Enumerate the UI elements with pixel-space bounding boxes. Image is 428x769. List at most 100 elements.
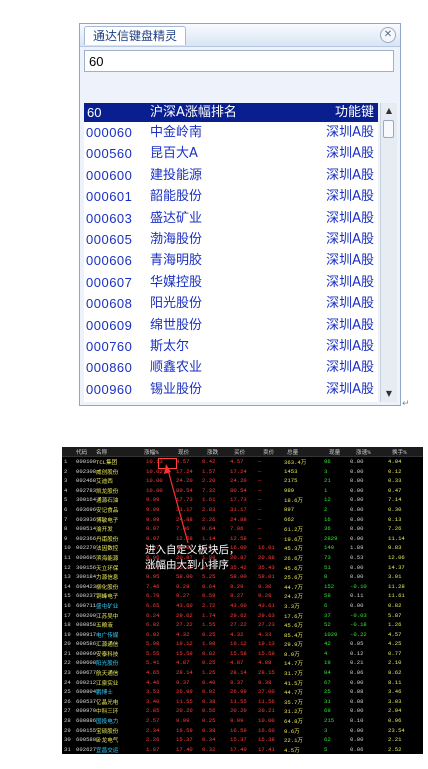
cell-to: 0.82 [388,601,402,609]
cell-i: 1 [64,458,68,465]
list-item[interactable]: 000605 渤海股份 深圳A股 [84,229,378,250]
column-header[interactable]: 现价 [178,448,189,456]
table-row[interactable]: 6 603696 安记食品 9.99 31.17 2.83 31.17 — 897 2 0.00 0.… [62,505,423,515]
table-row[interactable]: 18 000858 五粮液 6.02 27.22 1.55 27.22 27.23 45.6万 5… [62,620,423,630]
column-header[interactable]: 涨速% [356,448,371,456]
cell-sp: 0.00 [350,601,364,609]
table-row[interactable]: 5 300164 通源石油 9.99 17.73 1.61 17.73 — 18.6万 12 0.0… [62,495,423,505]
scroll-down-icon[interactable]: ▼ [382,387,396,401]
close-icon[interactable]: ✕ [380,27,396,43]
list-item[interactable]: 000600 建投能源 深圳A股 [84,165,378,186]
cell-sp: 0.10 [350,717,364,725]
column-header[interactable]: 卖价 [263,448,274,456]
column-header[interactable]: 换手% [392,448,407,456]
table-row[interactable]: 11 000695 滨海能源 9.96 20.87 1.89 20.87 20.88 26.6万… [62,553,423,563]
list-item[interactable]: 000603 盛达矿业 深圳A股 [84,208,378,229]
column-header[interactable]: 现量 [329,448,340,456]
table-row[interactable]: 29 600155 宝硕股份 2.34 16.59 0.38 16.59 16.60 9.6万 3… [62,726,423,736]
list-item[interactable]: 000607 华媒控股 深圳A股 [84,272,378,293]
table-row[interactable]: 1 000100 TCL集团 10.13 4.57 0.42 4.57—363.4万 96 0.… [62,457,423,467]
cell-sp: 0.00 [350,678,364,686]
table-row[interactable]: 25 600804 鹏博士 3.53 26.99 0.92 26.99 27.00 44.7万 2… [62,687,423,697]
column-header[interactable]: 名称 [96,448,107,456]
cell-sell: — [258,458,262,465]
cell-buy: 17.73 [230,496,247,504]
scrollbar[interactable]: ▲ ▼ [380,103,397,402]
table-row[interactable]: 27 000970 中科三环 2.85 20.20 0.56 20.20 20.21 31.2万… [62,706,423,716]
column-header[interactable]: 买价 [234,448,245,456]
list-item[interactable]: 000560 昆百大A 深圳A股 [84,143,378,164]
cell-i: 16 [64,601,71,609]
list-item[interactable]: 000060 中金岭南 深圳A股 [84,122,378,143]
table-row[interactable]: 7 603936 博敏电子 9.99 24.88 2.26 24.88 — 662 16 0.00 0… [62,515,423,525]
column-header[interactable]: 总量 [287,448,298,456]
cell-i: 9 [64,534,68,542]
table-row[interactable]: 22 000608 阳光股份 5.41 4.87 0.25 4.87 4.88 14.7万 19 0… [62,658,423,668]
table-row[interactable]: 26 600537 亿晶光电 3.40 11.55 0.38 11.55 11.56 35.7万… [62,697,423,707]
cell-to: 0.12 [388,467,402,475]
table-row[interactable]: 3 002468 艾迪西 10.00 24.20 2.20 24.20 — 2175 21 0.00… [62,476,423,486]
table-row[interactable]: 8 000514 渝开发 9.97 7.06 0.64 7.06 — 61.2万 36 0.00 7.… [62,524,423,534]
table-row[interactable]: 31 002627 宜昌交运 1.87 17.40 0.32 17.40 17.41 4.5万 5… [62,745,423,754]
table-row[interactable]: 28 600886 国投电力 2.57 9.99 0.25 9.99 10.00 64.8万 21… [62,716,423,726]
column-header[interactable]: 涨幅% [144,448,159,456]
table-row[interactable]: 15 600237 铜峰电子 6.79 9.27 0.59 9.27 9.28 24.2万 59 0… [62,591,423,601]
table-row[interactable]: 14 600423 柳化股份 7.46 9.29 0.64 9.29 9.30 44.7万 152… [62,582,423,592]
table-row[interactable]: 4 002783 凯龙股份 10.00 80.54 7.32 80.54—989 1 0.00 0… [62,486,423,496]
table-row[interactable]: 24 600212 江泉实业 4.46 9.37 0.40 9.37 9.38 41.5万 67 0… [62,678,423,688]
table-row[interactable]: 9 002366 丹甫股份 9.97 12.58 1.14 12.58 — 19.6万 2829 0… [62,534,423,544]
list-item[interactable]: 000760 斯太尔 深圳A股 [84,336,378,357]
table-row[interactable]: 10 002270 法因数控 9.97 16.00 1.45 16.00 16.01 45.3万… [62,543,423,553]
list-item[interactable]: 000860 顺鑫农业 深圳A股 [84,357,378,378]
search-input[interactable] [84,50,394,72]
table-row[interactable]: 30 600580 卧龙电气 2.26 15.37 0.34 15.37 15.38 22.1万… [62,735,423,745]
cell-d: 1.25 [202,669,216,677]
column-header[interactable]: 代码 [76,448,87,456]
cell-to: 2.52 [388,745,402,753]
cell-code: 000969 [76,649,97,657]
list-item[interactable]: 000606 青海明胶 深圳A股 [84,250,378,271]
scroll-thumb[interactable] [383,120,394,138]
cell-d: 0.25 [202,659,216,667]
list-item-name: 顺鑫农业 [150,360,203,376]
cell-d: 0.59 [202,592,216,600]
cell-i: 15 [64,592,71,600]
table-row[interactable]: 12 300156 天立环保 9.96 35.42 3.21 35.42 35.43 45.6万… [62,563,423,573]
table-row[interactable]: 21 000969 安泰科技 5.55 15.58 0.82 15.58 15.59 8.9万 4… [62,649,423,659]
table-row[interactable]: 23 600677 航天通信 4.65 28.14 1.25 28.14 28.15 31.7万… [62,668,423,678]
column-header[interactable]: 涨跌 [207,448,218,456]
list-item-name: 粤 水 电 [150,400,197,402]
list-item[interactable]: 000608 阳光股份 深圳A股 [84,293,378,314]
table-row[interactable]: 2 002308 威创股份 10.02 17.24 1.57 17.24—1453 3 0.00… [62,467,423,477]
list-item-code: 000600 [86,167,133,183]
list-item-sector: 深圳A股 [326,167,374,183]
cell-vol: 35.7万 [284,698,304,706]
cell-code: 000608 [76,659,97,667]
cell-sp: 0.00 [350,515,364,523]
list-header-row[interactable]: 60 沪深A涨幅排名 功能键 [84,103,378,122]
list-item-sector: 深圳A股 [326,381,374,397]
list-item[interactable]: 000960 锡业股份 深圳A股 [84,379,378,400]
header-name: 沪深A涨幅排名 [150,105,237,120]
table-row[interactable]: 16 600711 盛屯矿业 6.65 43.60 2.72 43.60 43.61 3.3万 6… [62,601,423,611]
cell-vol: 44.7万 [284,689,304,697]
cell-vol: 31.2万 [284,708,304,716]
list-item[interactable]: 000609 绵世股份 深圳A股 [84,315,378,336]
list-item[interactable]: 002060 粤 水 电 中小板 [84,400,378,402]
cell-sell: — [258,525,262,533]
cell-vol: 897 [284,505,295,513]
table-row[interactable]: 19 000917 电广传媒 6.02 4.32 0.25 4.32 4.33 85.4万 102… [62,630,423,640]
cell-sell: 15.38 [258,736,275,744]
cell-sp: 0.00 [350,467,364,475]
cell-d: 1.57 [202,467,216,475]
list-item-code: 002060 [86,400,132,402]
dialog-title: 通达信键盘精灵 [84,26,187,45]
list-item[interactable]: 000601 韶能股份 深圳A股 [84,186,378,207]
table-row[interactable]: 17 600200 江苏吴中 6.24 29.62 1.74 29.62 29.63 17.6万… [62,611,423,621]
table-row[interactable]: 13 300184 力源信息 9.95 58.00 5.25 58.00 58.01 25.6万… [62,572,423,582]
list-item-code: 000608 [86,296,133,312]
dialog-title-bar[interactable]: 通达信键盘精灵 ✕ [80,24,400,47]
cell-buy: 11.55 [230,697,247,705]
table-row[interactable]: 20 000586 汇源通信 5.98 19.12 1.08 19.12 19.13 29.9万… [62,639,423,649]
scroll-up-icon[interactable]: ▲ [382,104,396,118]
